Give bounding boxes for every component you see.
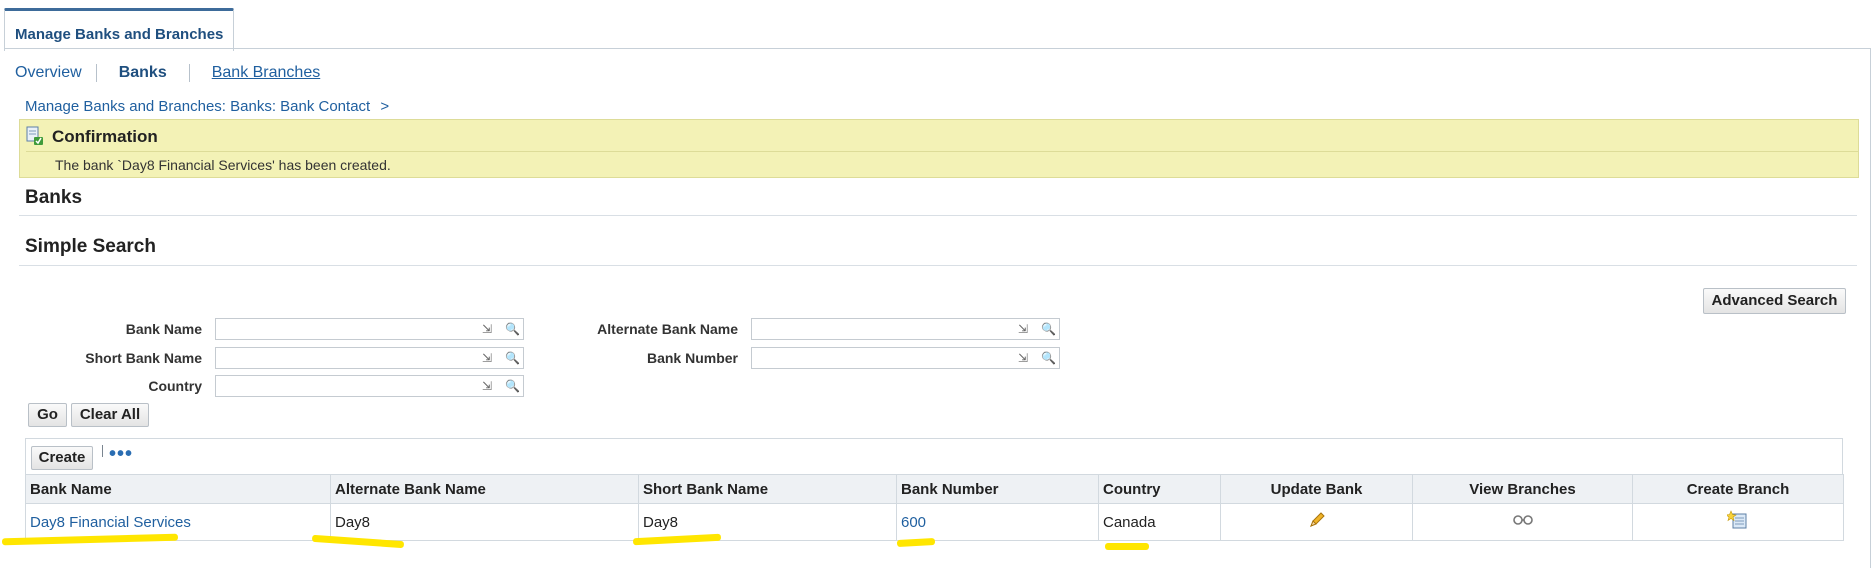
bank-name-input[interactable]: ⇲ 🔍 [215,318,524,340]
country-label: Country [148,378,202,394]
banks-heading: Banks [25,187,83,208]
column-header: Short Bank Name [638,474,897,504]
more-actions-icon[interactable]: ••• [109,443,133,466]
search-icon[interactable]: 🔍 [1041,351,1056,365]
column-header: Bank Number [896,474,1099,504]
lov-icon[interactable]: ⇲ [1018,322,1028,336]
breadcrumb-separator: > [380,98,390,115]
simple-search-heading: Simple Search [25,236,156,257]
search-icon[interactable]: 🔍 [505,322,520,336]
alternate-bank-name-label: Alternate Bank Name [597,321,738,337]
lov-icon[interactable]: ⇲ [482,322,492,336]
results-table: Bank Name Alternate Bank Name Short Bank… [25,474,1844,541]
confirmation-header: Confirmation [26,123,1858,152]
subtab-bank-branches[interactable]: Bank Branches [188,64,343,82]
banks-divider [19,215,1857,216]
confirmation-message: The bank `Day8 Financial Services' has b… [55,157,391,173]
subtab-banks[interactable]: Banks [95,64,189,82]
search-icon[interactable]: 🔍 [505,379,520,393]
column-header: Alternate Bank Name [330,474,639,504]
tab-label: Manage Banks and Branches [15,26,224,43]
confirmation-box: Confirmation The bank `Day8 Financial Se… [19,119,1859,178]
bank-number-label: Bank Number [646,350,738,366]
lov-icon[interactable]: ⇲ [482,379,492,393]
alternate-bank-name-cell: Day8 [330,503,639,541]
short-bank-name-input[interactable]: ⇲ 🔍 [215,347,524,369]
subtab-overview[interactable]: Overview [15,64,96,82]
column-header: Update Bank [1220,474,1413,504]
toolbar-separator [102,445,103,457]
bank-name-label: Bank Name [125,321,202,337]
breadcrumb: Manage Banks and Branches: Banks: Bank C… [25,98,389,115]
create-button[interactable]: Create [31,446,93,470]
tab-manage-banks-and-branches[interactable]: Manage Banks and Branches [4,8,235,51]
lov-icon[interactable]: ⇲ [1018,351,1028,365]
go-button[interactable]: Go [28,403,67,427]
pencil-icon[interactable] [1307,512,1327,534]
search-icon[interactable]: 🔍 [505,351,520,365]
bank-name-link[interactable]: Day8 Financial Services [30,514,191,531]
bank-number-link[interactable]: 600 [901,514,926,531]
table-header-row: Bank Name Alternate Bank Name Short Bank… [25,474,1844,504]
bank-number-input[interactable]: ⇲ 🔍 [751,347,1060,369]
confirmation-icon [26,126,44,149]
glasses-icon[interactable] [1512,514,1534,531]
table-row: Day8 Financial Services Day8 Day8 600 Ca… [25,503,1844,541]
results-toolbar: Create ••• [25,438,1843,476]
lov-icon[interactable]: ⇲ [482,351,492,365]
create-branch-icon[interactable] [1725,510,1749,534]
clear-all-button[interactable]: Clear All [71,403,149,427]
column-header: Country [1098,474,1221,504]
search-divider [19,265,1857,266]
country-input[interactable]: ⇲ 🔍 [215,375,524,397]
alternate-bank-name-input[interactable]: ⇲ 🔍 [751,318,1060,340]
country-cell: Canada [1098,503,1221,541]
search-icon[interactable]: 🔍 [1041,322,1056,336]
short-bank-name-label: Short Bank Name [85,350,202,366]
advanced-search-button[interactable]: Advanced Search [1703,288,1846,314]
column-header: Create Branch [1632,474,1844,504]
subtab-bar: Overview Banks Bank Branches [15,58,342,88]
confirmation-title: Confirmation [52,127,158,146]
column-header: Bank Name [25,474,331,504]
breadcrumb-link[interactable]: Manage Banks and Branches: Banks: Bank C… [25,98,370,115]
column-header: View Branches [1412,474,1633,504]
highlight-mark [1105,543,1149,550]
